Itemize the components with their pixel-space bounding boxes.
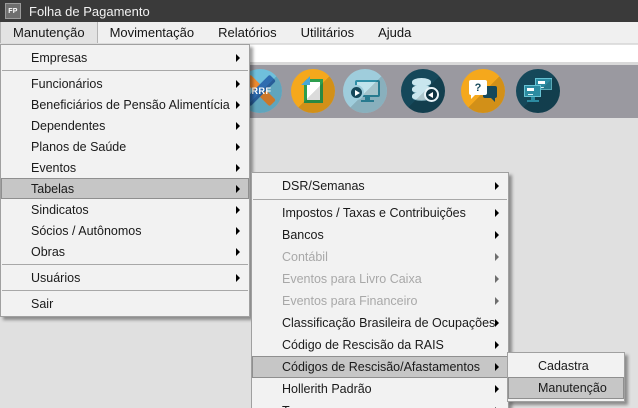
menu-item-usuarios[interactable]: Usuários	[1, 267, 249, 288]
menu-item-socios-autonomos[interactable]: Sócios / Autônomos	[1, 220, 249, 241]
monitor-front	[524, 85, 541, 97]
menu-item-impostos-taxas[interactable]: Impostos / Taxas e Contribuições	[252, 202, 508, 224]
menu-bar: Manutenção Movimentação Relatórios Utili…	[0, 22, 638, 44]
menu-item-dependentes[interactable]: Dependentes	[1, 115, 249, 136]
submenu-arrow-icon	[236, 101, 240, 109]
menu-item-eventos-financeiro: Eventos para Financeiro	[252, 290, 508, 312]
menu-separator	[2, 70, 248, 71]
menubar-item-ajuda[interactable]: Ajuda	[366, 22, 423, 43]
menubar-item-manutencao[interactable]: Manutenção	[0, 22, 98, 43]
menu-item-funcionarios[interactable]: Funcionários	[1, 73, 249, 94]
menu-item-planos-saude[interactable]: Planos de Saúde	[1, 136, 249, 157]
menu-separator	[2, 290, 248, 291]
submenu-arrow-icon	[495, 275, 499, 283]
menu-item-empresas[interactable]: Empresas	[1, 47, 249, 68]
submenu-arrow-icon	[236, 248, 240, 256]
menu-manutencao: Empresas Funcionários Beneficiários de P…	[0, 44, 250, 317]
chat-bubble-question: ?	[469, 80, 487, 95]
chat-bubble-tail	[471, 94, 476, 99]
submenu-arrow-icon	[495, 297, 499, 305]
window-title: Folha de Pagamento	[29, 4, 150, 19]
menu-item-clipped[interactable]: T	[252, 400, 508, 408]
menubar-item-utilitarios[interactable]: Utilitários	[289, 22, 366, 43]
document-fold-cut	[301, 76, 310, 85]
remote-monitors-icon[interactable]	[516, 69, 560, 113]
help-chat-icon[interactable]: ?	[461, 69, 505, 113]
menu-codigos-rescisao: Cadastra Manutenção	[507, 352, 625, 402]
submenu-arrow-icon	[495, 385, 499, 393]
menu-item-tabelas[interactable]: Tabelas	[1, 178, 249, 199]
menu-item-codigos-rescisao-afastamentos[interactable]: Códigos de Rescisão/Afastamentos	[252, 356, 508, 378]
submenu-arrow-icon	[236, 143, 240, 151]
submenu-arrow-icon	[495, 363, 499, 371]
menu-item-dsr-semanas[interactable]: DSR/Semanas	[252, 175, 508, 197]
submenu-arrow-icon	[236, 54, 240, 62]
menu-item-sair[interactable]: Sair	[1, 293, 249, 314]
menu-item-eventos[interactable]: Eventos	[1, 157, 249, 178]
app-window: FP Folha de Pagamento Manutenção Movimen…	[0, 0, 638, 408]
monitor-stand	[365, 97, 370, 100]
menu-item-cadastra[interactable]: Cadastra	[508, 355, 624, 377]
submenu-arrow-icon	[495, 182, 499, 190]
chat-bubble-dark-tail	[490, 97, 495, 102]
submenu-arrow-icon	[236, 206, 240, 214]
submenu-arrow-icon	[236, 122, 240, 130]
submenu-arrow-icon	[495, 319, 499, 327]
menu-separator	[2, 264, 248, 265]
submenu-arrow-icon	[495, 253, 499, 261]
database-ring	[412, 78, 431, 87]
menu-item-bancos[interactable]: Bancos	[252, 224, 508, 246]
submenu-arrow-icon	[236, 80, 240, 88]
submenu-arrow-icon	[495, 231, 499, 239]
submenu-arrow-icon	[236, 274, 240, 282]
menu-item-obras[interactable]: Obras	[1, 241, 249, 262]
menu-tabelas: DSR/Semanas Impostos / Taxas e Contribui…	[251, 172, 509, 408]
menu-item-classificacao-cbo[interactable]: Classificação Brasileira de Ocupações	[252, 312, 508, 334]
menu-item-beneficiarios-pensao[interactable]: Beneficiários de Pensão Alimentícia	[1, 94, 249, 115]
monitor-base	[361, 100, 374, 102]
menu-item-codigo-rescisao-rais[interactable]: Código de Rescisão da RAIS	[252, 334, 508, 356]
app-logo-icon: FP	[5, 3, 21, 19]
submenu-arrow-icon	[236, 185, 240, 193]
document-icon[interactable]	[291, 69, 335, 113]
submenu-arrow-icon	[495, 341, 499, 349]
menu-item-eventos-livro-caixa: Eventos para Livro Caixa	[252, 268, 508, 290]
menu-item-hollerith-padrao[interactable]: Hollerith Padrão	[252, 378, 508, 400]
monitor-front-base	[527, 100, 539, 102]
menu-item-manutencao[interactable]: Manutenção	[508, 377, 624, 399]
title-bar: FP Folha de Pagamento	[0, 0, 638, 22]
menu-item-sindicatos[interactable]: Sindicatos	[1, 199, 249, 220]
menu-separator	[253, 199, 507, 200]
submenu-arrow-icon	[236, 227, 240, 235]
arrow-badge-icon	[349, 85, 364, 100]
monitor-export-icon[interactable]	[343, 69, 387, 113]
submenu-arrow-icon	[236, 164, 240, 172]
submenu-arrow-icon	[495, 209, 499, 217]
menubar-item-relatorios[interactable]: Relatórios	[206, 22, 289, 43]
database-restore-icon[interactable]	[401, 69, 445, 113]
menubar-item-movimentacao[interactable]: Movimentação	[98, 22, 207, 43]
menu-item-contabil: Contábil	[252, 246, 508, 268]
back-arrow-badge-icon	[424, 87, 439, 102]
